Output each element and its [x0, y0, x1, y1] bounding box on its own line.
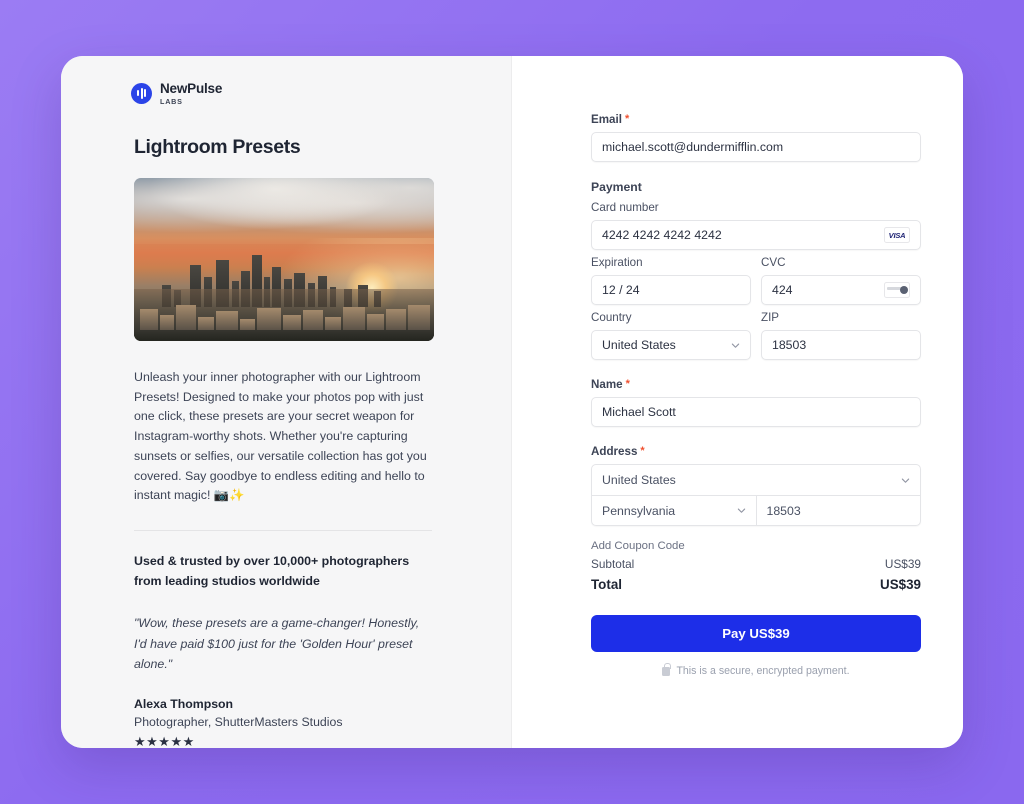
- total-row: Total US$39: [591, 577, 921, 592]
- address-field-group: Address * United States Pennsylvania 185…: [591, 445, 921, 526]
- card-number-label: Card number: [591, 201, 659, 214]
- subtotal-row: Subtotal US$39: [591, 557, 921, 571]
- product-description: Unleash your inner photographer with our…: [134, 369, 427, 503]
- chevron-down-icon: [731, 343, 740, 348]
- cvc-input[interactable]: 424: [761, 275, 921, 305]
- pay-button[interactable]: Pay US$39: [591, 615, 921, 652]
- section-divider: [134, 530, 432, 532]
- testimonial-author-role: Photographer, ShutterMasters Studios: [134, 714, 343, 729]
- brand-logo[interactable]: NewPulse LABS: [131, 82, 483, 105]
- subtotal-label: Subtotal: [591, 557, 635, 571]
- name-label: Name *: [591, 378, 921, 391]
- cvc-label: CVC: [761, 256, 786, 269]
- email-label: Email *: [591, 113, 921, 126]
- payment-country-select[interactable]: United States: [591, 330, 751, 360]
- address-country-row: United States: [592, 465, 920, 495]
- clouds-layer: [134, 177, 434, 240]
- address-country-select[interactable]: United States: [592, 465, 920, 495]
- expiration-cvc-row: Expiration 12 / 24 CVC 424: [591, 256, 921, 305]
- name-label-text: Name: [591, 378, 623, 391]
- testimonial-author-name: Alexa Thompson: [134, 696, 234, 711]
- brand-name: NewPulse: [160, 81, 223, 96]
- card-number-input[interactable]: 4242 4242 4242 4242 VISA: [591, 220, 921, 250]
- address-state-select[interactable]: Pennsylvania: [592, 496, 756, 525]
- payment-zip-input[interactable]: 18503: [761, 330, 921, 360]
- pulse-bars-icon: [131, 82, 152, 104]
- expiration-field-group: Expiration 12 / 24: [591, 256, 751, 305]
- testimonial-quote: "Wow, these presets are a game-changer! …: [134, 616, 420, 672]
- expiration-label: Expiration: [591, 256, 643, 269]
- address-state-zip-row: Pennsylvania 18503: [592, 495, 920, 525]
- chevron-down-icon: [737, 508, 745, 513]
- lock-icon: [662, 663, 671, 676]
- name-value: Michael Scott: [602, 405, 676, 419]
- address-label-text: Address: [591, 445, 638, 458]
- address-zip-value: 18503: [766, 503, 801, 518]
- total-value: US$39: [880, 577, 921, 592]
- cvc-field-group: CVC 424: [761, 256, 921, 305]
- payment-country-label: Country: [591, 311, 632, 324]
- expiration-input[interactable]: 12 / 24: [591, 275, 751, 305]
- road-layer: [134, 329, 434, 341]
- star-rating-icon: ★★★★★: [134, 733, 195, 748]
- required-marker: *: [624, 113, 630, 125]
- subtotal-value: US$39: [884, 557, 921, 571]
- product-summary-panel: NewPulse LABS Lightroom Presets Unleash …: [61, 56, 511, 748]
- product-hero-image: [134, 177, 434, 341]
- required-marker: *: [625, 378, 630, 390]
- cvc-value: 424: [772, 283, 793, 297]
- chevron-down-icon: [901, 478, 910, 483]
- total-label: Total: [591, 577, 622, 592]
- page-title: Lightroom Presets: [134, 135, 301, 158]
- address-zip-input[interactable]: 18503: [755, 496, 921, 525]
- address-group: United States Pennsylvania 18503: [591, 464, 921, 526]
- email-field-group: Email * michael.scott@dundermifflin.com: [591, 113, 921, 162]
- address-state-value: Pennsylvania: [602, 503, 676, 518]
- payment-section-title: Payment: [591, 180, 642, 194]
- name-field-group: Name * Michael Scott: [591, 378, 921, 427]
- trust-statement: Used & trusted by over 10,000+ photograp…: [134, 554, 410, 589]
- secure-payment-text: This is a secure, encrypted payment.: [676, 665, 850, 677]
- card-number-field-group: Card number 4242 4242 4242 4242 VISA: [591, 201, 921, 250]
- required-marker: *: [640, 445, 645, 457]
- email-label-text: Email: [591, 113, 622, 126]
- email-input[interactable]: michael.scott@dundermifflin.com: [591, 132, 921, 162]
- expiration-value: 12 / 24: [602, 283, 640, 297]
- email-value: michael.scott@dundermifflin.com: [602, 140, 784, 154]
- brand-subtitle: LABS: [160, 96, 183, 106]
- country-zip-row: Country United States ZIP 18503: [591, 311, 921, 360]
- payment-zip-field-group: ZIP 18503: [761, 311, 921, 360]
- payment-country-field-group: Country United States: [591, 311, 751, 360]
- payment-form-panel: Email * michael.scott@dundermifflin.com …: [511, 56, 963, 748]
- card-number-value: 4242 4242 4242 4242: [602, 228, 722, 242]
- secure-payment-note: This is a secure, encrypted payment.: [591, 663, 921, 677]
- cvc-card-icon: [884, 282, 910, 298]
- visa-logo-icon: VISA: [884, 227, 910, 243]
- name-input[interactable]: Michael Scott: [591, 397, 921, 427]
- address-label: Address *: [591, 445, 921, 458]
- payment-zip-label: ZIP: [761, 311, 780, 324]
- building-blocks: [134, 295, 434, 335]
- payment-country-value: United States: [602, 338, 676, 352]
- payment-zip-value: 18503: [772, 338, 807, 352]
- add-coupon-code-link[interactable]: Add Coupon Code: [591, 540, 921, 552]
- checkout-card: NewPulse LABS Lightroom Presets Unleash …: [61, 56, 963, 748]
- address-country-value: United States: [602, 473, 676, 487]
